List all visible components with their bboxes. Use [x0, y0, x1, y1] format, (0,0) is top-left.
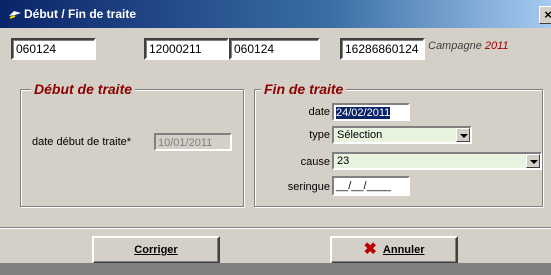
campagne-text: Campagne 2011 [428, 40, 509, 52]
fin-cause-label: cause [300, 156, 330, 168]
corriger-label: Corriger [134, 244, 178, 256]
fin-cause-value: 23 [337, 155, 350, 167]
top-field-2[interactable]: 12000211 [144, 38, 229, 60]
debut-date-field[interactable]: 10/01/2011 [154, 133, 232, 151]
window-title: Début / Fin de traite [24, 7, 137, 21]
fin-type-value: Sélection [337, 129, 383, 141]
top-field-1[interactable]: 060124 [11, 38, 96, 60]
campagne-label: Campagne [428, 40, 482, 52]
fin-legend: Fin de traite [261, 81, 347, 97]
debut-legend: Début de traite [31, 81, 136, 97]
annuler-button[interactable]: ✖ Annuler [330, 236, 458, 264]
top-field-3[interactable]: 060124 [229, 38, 320, 60]
chevron-down-icon[interactable] [526, 154, 540, 168]
chevron-down-icon[interactable] [456, 128, 470, 142]
fin-seringue-field[interactable]: __/__/____ [332, 176, 410, 196]
app-icon [9, 11, 21, 19]
fin-type-combo[interactable]: Sélection [332, 126, 472, 144]
separator-light [0, 228, 551, 229]
fin-date-value: 24/02/2011 [336, 107, 391, 119]
annuler-label: Annuler [382, 244, 425, 256]
title-bar[interactable]: Début / Fin de traite × [0, 0, 551, 28]
fin-cause-combo[interactable]: 23 [332, 152, 542, 170]
debut-date-label: date début de traite* [32, 136, 132, 148]
corriger-button[interactable]: Corriger [92, 236, 220, 264]
red-x-icon: ✖ [363, 241, 377, 259]
close-button[interactable]: × [539, 6, 551, 24]
fin-date-field[interactable]: 24/02/2011 [332, 103, 410, 121]
fin-seringue-label: seringue [287, 181, 330, 193]
campagne-year: 2011 [484, 40, 509, 52]
dialog-window: Début / Fin de traite × 060124 12000211 … [0, 0, 551, 275]
fin-date-label: date [308, 106, 330, 118]
bottom-bar [0, 263, 551, 275]
top-field-4[interactable]: 16286860124 [340, 38, 425, 60]
fin-type-label: type [309, 129, 330, 141]
